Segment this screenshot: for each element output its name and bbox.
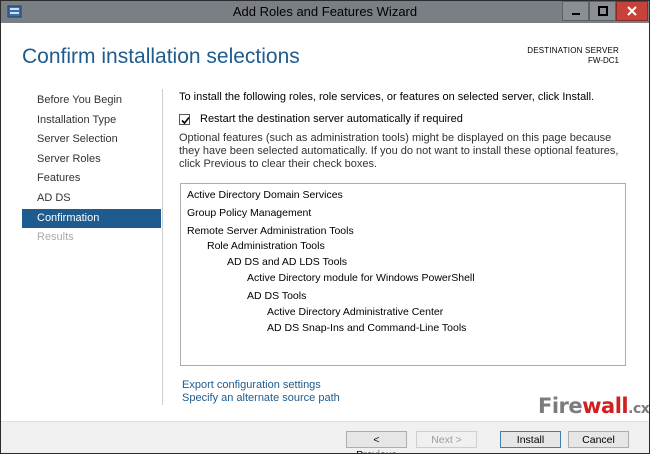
title-bar[interactable]: Add Roles and Features Wizard <box>1 1 649 23</box>
list-item: AD DS Tools <box>247 290 307 302</box>
page-title: Confirm installation selections <box>22 45 300 68</box>
nav-item-server-roles[interactable]: Server Roles <box>22 150 161 170</box>
minimize-button[interactable] <box>562 1 589 21</box>
nav-divider <box>162 89 163 405</box>
wizard-window: Add Roles and Features Wizard Confirm in… <box>0 0 650 454</box>
list-item: Active Directory module for Windows Powe… <box>247 272 475 284</box>
optional-features-text: Optional features (such as administratio… <box>179 132 619 170</box>
close-icon <box>627 6 637 16</box>
list-item: Role Administration Tools <box>207 240 325 252</box>
restart-checkbox-label[interactable]: Restart the destination server automatic… <box>200 113 463 125</box>
destination-server-label: DESTINATION SERVER <box>527 46 619 55</box>
list-item: Active Directory Administrative Center <box>267 306 444 318</box>
next-button: Next > <box>416 431 477 448</box>
previous-button[interactable]: < Previous <box>346 431 407 453</box>
list-item: AD DS and AD LDS Tools <box>227 256 348 268</box>
alternate-source-link[interactable]: Specify an alternate source path <box>182 392 340 405</box>
cancel-button[interactable]: Cancel <box>568 431 629 448</box>
checkmark-icon <box>181 116 190 124</box>
intro-text: To install the following roles, role ser… <box>179 91 595 103</box>
nav-item-confirmation[interactable]: Confirmation <box>22 208 161 229</box>
list-item: AD DS Snap-Ins and Command-Line Tools <box>267 322 467 334</box>
list-item: Active Directory Domain Services <box>187 189 343 201</box>
install-button[interactable]: Install <box>500 431 561 448</box>
maximize-icon <box>597 6 608 16</box>
nav-item-ad-ds[interactable]: AD DS <box>22 189 161 209</box>
minimize-icon <box>571 13 580 15</box>
selections-list[interactable]: Active Directory Domain Services Group P… <box>180 183 626 366</box>
list-item: Remote Server Administration Tools <box>187 225 354 237</box>
list-item: Group Policy Management <box>187 207 312 219</box>
nav-item-before-you-begin[interactable]: Before You Begin <box>22 91 161 111</box>
wizard-navigation: Before You Begin Installation Type Serve… <box>22 91 161 248</box>
nav-item-installation-type[interactable]: Installation Type <box>22 111 161 131</box>
restart-checkbox[interactable] <box>179 113 190 125</box>
links-area: Export configuration settings Specify an… <box>182 379 340 405</box>
destination-server-name: FW-DC1 <box>588 56 619 65</box>
nav-item-features[interactable]: Features <box>22 169 161 189</box>
maximize-button[interactable] <box>589 1 616 21</box>
nav-item-server-selection[interactable]: Server Selection <box>22 130 161 150</box>
export-configuration-link[interactable]: Export configuration settings <box>182 379 340 392</box>
window-title: Add Roles and Features Wizard <box>232 4 418 19</box>
close-button[interactable] <box>616 1 648 21</box>
restart-option[interactable]: Restart the destination server automatic… <box>179 113 463 125</box>
firewall-cx-logo: Firewall.cx <box>538 394 650 418</box>
nav-item-results: Results <box>37 231 74 244</box>
